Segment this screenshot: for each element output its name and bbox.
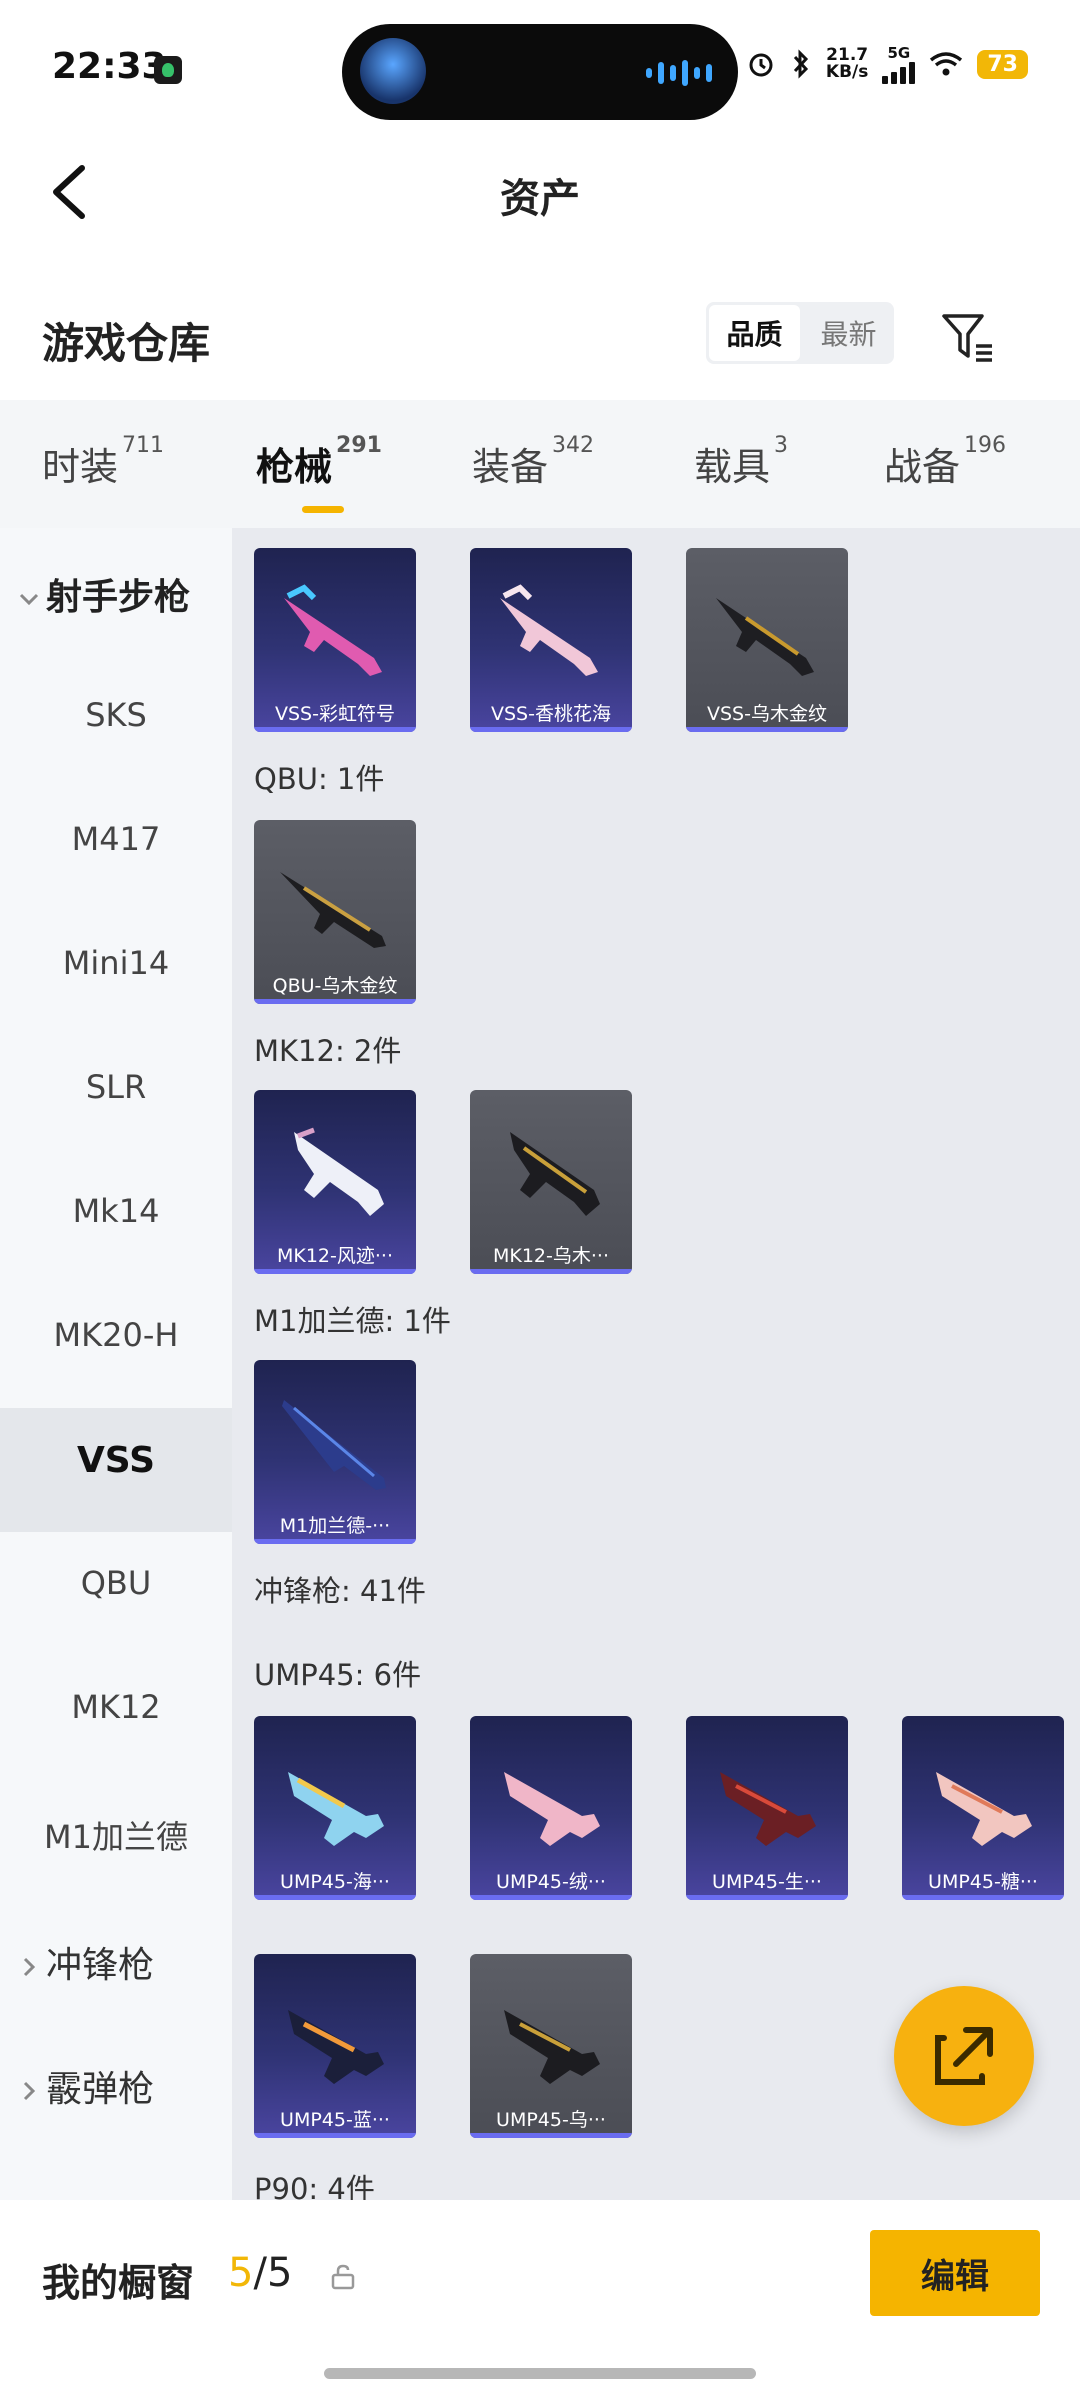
weapon-card[interactable]: M1加兰德-··· bbox=[254, 1360, 416, 1544]
showcase-title: 我的橱窗 bbox=[42, 2261, 195, 2305]
tab-firearms[interactable]: 枪械 291 bbox=[256, 433, 382, 513]
weapon-card[interactable]: UMP45-糖··· bbox=[902, 1716, 1064, 1900]
tab-equipment[interactable]: 装备 342 bbox=[472, 433, 594, 491]
status-time: 22:33 bbox=[52, 46, 167, 87]
weapon-card-label: UMP45-绒··· bbox=[496, 1871, 606, 1893]
network-speed: 21.7 KB/s bbox=[825, 45, 869, 82]
weapon-card-label: UMP45-糖··· bbox=[928, 1871, 1038, 1893]
edit-button[interactable]: 编辑 bbox=[870, 2230, 1040, 2316]
smg-icon bbox=[720, 1772, 816, 1846]
showcase-bar: 我的橱窗 5/5 编辑 bbox=[0, 2200, 1080, 2400]
weapon-card-label: VSS-香桃花海 bbox=[491, 703, 611, 725]
section-title: QBU: 1件 bbox=[254, 762, 385, 796]
smg-icon bbox=[936, 1772, 1032, 1846]
sidebar-item-qbu[interactable]: QBU bbox=[0, 1564, 232, 1602]
weapon-sidebar: 射手步枪 SKS M417 Mini14 SLR Mk14 MK20-H VSS… bbox=[0, 528, 232, 2200]
section-title: UMP45: 6件 bbox=[254, 1658, 422, 1692]
weapon-card[interactable]: UMP45-乌··· bbox=[470, 1954, 632, 2138]
weapon-card-label: UMP45-蓝··· bbox=[280, 2109, 390, 2131]
home-indicator[interactable] bbox=[324, 2368, 756, 2379]
sidebar-item-slr[interactable]: SLR bbox=[0, 1068, 232, 1106]
sidebar-item-m1garand[interactable]: M1加兰德 bbox=[0, 1812, 232, 1858]
weapon-card-label: VSS-彩虹符号 bbox=[275, 703, 395, 725]
weapon-card[interactable]: QBU-乌木金纹 bbox=[254, 820, 416, 1004]
weapon-card-label: MK12-乌木··· bbox=[492, 1245, 609, 1267]
sort-quality-button[interactable]: 品质 bbox=[709, 305, 800, 361]
tab-vehicles[interactable]: 载具 3 bbox=[694, 433, 788, 491]
status-bar: 22:33 21.7 KB/s 5G 73 bbox=[0, 0, 1080, 130]
rifle-icon bbox=[716, 598, 814, 676]
smg-icon bbox=[504, 1772, 600, 1846]
rifle-icon bbox=[284, 584, 382, 676]
page-title: 资产 bbox=[500, 176, 580, 222]
share-button[interactable] bbox=[894, 1986, 1034, 2126]
weapon-card[interactable]: UMP45-蓝··· bbox=[254, 1954, 416, 2138]
dynamic-island[interactable] bbox=[342, 24, 738, 120]
chevron-right-icon bbox=[23, 2081, 36, 2101]
music-app-icon bbox=[154, 56, 182, 84]
smg-icon bbox=[504, 2010, 600, 2084]
warehouse-header: 游戏仓库 品质 最新 bbox=[0, 270, 1080, 400]
sidebar-item-mk14[interactable]: Mk14 bbox=[0, 1192, 232, 1230]
top-nav: 资产 bbox=[0, 130, 1080, 270]
tab-supplies[interactable]: 战备 196 bbox=[884, 433, 1006, 491]
weapon-card-label: MK12-风迹··· bbox=[276, 1245, 393, 1267]
rifle-icon bbox=[500, 584, 598, 676]
weapon-card-label: QBU-乌木金纹 bbox=[272, 975, 398, 997]
warehouse-title: 游戏仓库 bbox=[42, 319, 211, 368]
weapon-card-label: UMP45-乌··· bbox=[496, 2109, 606, 2131]
sidebar-group-smg[interactable]: 冲锋枪 bbox=[18, 1936, 154, 1988]
sidebar-item-m417[interactable]: M417 bbox=[0, 820, 232, 858]
chevron-right-icon bbox=[23, 1957, 36, 1977]
bluetooth-icon bbox=[793, 49, 808, 79]
weapon-card[interactable]: UMP45-海··· bbox=[254, 1716, 416, 1900]
weapon-card[interactable]: UMP45-绒··· bbox=[470, 1716, 632, 1900]
smg-icon bbox=[288, 1772, 384, 1846]
sidebar-item-mk12[interactable]: MK12 bbox=[0, 1688, 232, 1726]
weapon-card[interactable]: VSS-香桃花海 bbox=[470, 548, 632, 732]
weapon-card[interactable]: VSS-乌木金纹 bbox=[686, 548, 848, 732]
rifle-icon bbox=[280, 872, 386, 948]
sidebar-item-mk20h[interactable]: MK20-H bbox=[0, 1316, 232, 1354]
filter-icon[interactable] bbox=[940, 310, 996, 366]
rifle-icon bbox=[510, 1132, 600, 1216]
signal-icon bbox=[882, 62, 916, 84]
weapon-card[interactable]: VSS-彩虹符号 bbox=[254, 548, 416, 732]
alarm-icon bbox=[749, 53, 773, 77]
sort-toggle: 品质 最新 bbox=[706, 302, 894, 364]
lock-icon bbox=[331, 2264, 355, 2290]
external-link-icon bbox=[935, 2027, 993, 2085]
smg-icon bbox=[288, 2010, 384, 2084]
category-tabs: 时装 711 枪械 291 装备 342 载具 3 战备 196 bbox=[0, 400, 1080, 528]
audio-wave-icon bbox=[646, 60, 712, 86]
rifle-icon bbox=[294, 1127, 384, 1216]
showcase-count: 5/5 bbox=[228, 2250, 293, 2296]
section-title: M1加兰德: 1件 bbox=[254, 1304, 451, 1338]
weapon-card-label: VSS-乌木金纹 bbox=[707, 703, 827, 725]
sidebar-item-sks[interactable]: SKS bbox=[0, 696, 232, 734]
rifle-icon bbox=[282, 1400, 386, 1490]
weapon-card-label: M1加兰德-··· bbox=[279, 1515, 391, 1537]
sidebar-item-mini14[interactable]: Mini14 bbox=[0, 944, 232, 982]
network-type: 5G bbox=[887, 44, 911, 62]
sidebar-group-shotgun[interactable]: 霰弹枪 bbox=[18, 2060, 154, 2112]
weapon-card-label: UMP45-生··· bbox=[712, 1871, 822, 1893]
status-icons: 21.7 KB/s 5G 73 bbox=[746, 44, 1028, 84]
tab-fashion[interactable]: 时装 711 bbox=[42, 433, 164, 491]
sidebar-group-marksman[interactable]: 射手步枪 bbox=[18, 568, 190, 620]
album-art-icon bbox=[360, 38, 426, 104]
wifi-icon bbox=[930, 52, 963, 76]
sort-newest-button[interactable]: 最新 bbox=[803, 302, 894, 364]
weapon-card[interactable]: UMP45-生··· bbox=[686, 1716, 848, 1900]
sidebar-item-vss[interactable]: VSS bbox=[0, 1440, 232, 1481]
chevron-down-icon bbox=[19, 593, 39, 606]
battery-indicator: 73 bbox=[977, 49, 1028, 79]
section-title: 冲锋枪: 41件 bbox=[254, 1574, 426, 1608]
section-title: MK12: 2件 bbox=[254, 1034, 402, 1068]
weapon-card[interactable]: MK12-乌木··· bbox=[470, 1090, 632, 1274]
weapon-card-label: UMP45-海··· bbox=[280, 1871, 390, 1893]
weapon-card[interactable]: MK12-风迹··· bbox=[254, 1090, 416, 1274]
